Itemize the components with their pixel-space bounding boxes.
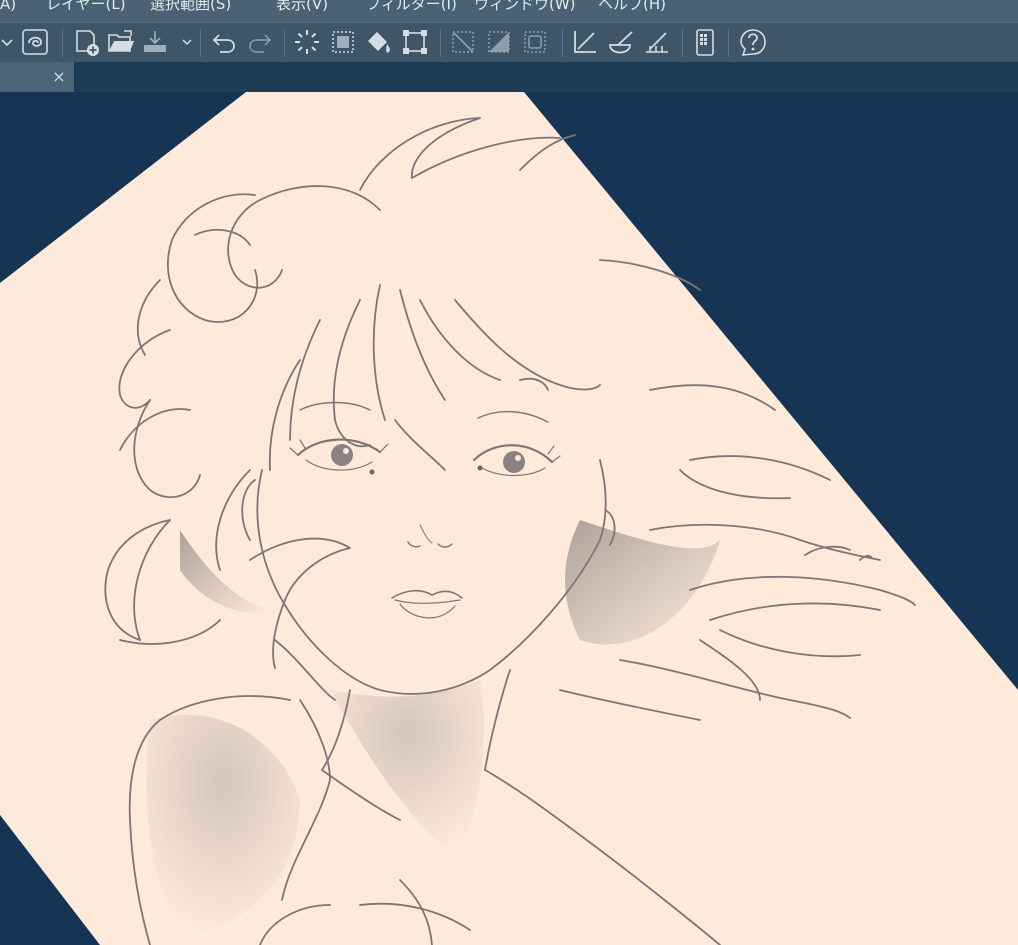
menu-item-a[interactable]: A) [0,0,16,15]
export-icon[interactable] [140,27,170,57]
menu-item-selection[interactable]: 選択範囲(S) [150,0,231,15]
toolbar-separator [682,29,683,57]
menu-item-layer[interactable]: レイヤー(L) [46,0,126,15]
canvas-area[interactable] [0,92,1018,945]
help-icon[interactable] [738,27,768,57]
clear-icon[interactable] [292,27,322,57]
menu-bar: A) レイヤー(L) 選択範囲(S) 表示(V) フィルター(I) ウィンドウ(… [0,0,1018,22]
document-tab[interactable]: × [0,62,74,92]
document-tab-strip: × [0,62,1018,92]
toolbar-separator [440,29,441,57]
export-dropdown-chevron-icon[interactable] [172,27,192,57]
canvas-paper[interactable] [0,92,1018,945]
toolbar-separator [728,29,729,57]
toolbar-separator [62,29,63,57]
menu-item-view[interactable]: 表示(V) [276,0,328,15]
grid-snap-icon[interactable] [642,27,672,57]
toolbar-separator [284,29,285,57]
transform-icon[interactable] [400,27,430,57]
invert-selection-icon[interactable] [484,27,514,57]
fill-icon[interactable] [364,27,394,57]
menu-item-help[interactable]: ヘルプ(H) [598,0,666,15]
undo-icon[interactable] [210,27,240,57]
smartphone-icon[interactable] [690,27,720,57]
chevron-down-icon[interactable] [0,27,13,57]
tab-close-button[interactable]: × [48,66,70,88]
special-ruler-snap-icon[interactable] [606,27,636,57]
redo-icon[interactable] [244,27,274,57]
companion-mode-icon[interactable] [20,27,50,57]
menu-item-filter[interactable]: フィルター(I) [366,0,457,15]
toolbar-separator [562,29,563,57]
menu-item-window[interactable]: ウィンドウ(W) [474,0,576,15]
show-selection-area-icon[interactable] [520,27,550,57]
open-folder-icon[interactable] [106,27,136,57]
toolbar-separator [200,29,201,57]
command-bar [0,22,1018,63]
clear-outside-selection-icon[interactable] [328,27,358,57]
new-file-icon[interactable] [72,27,102,57]
deselect-icon[interactable] [448,27,478,57]
ruler-snap-icon[interactable] [570,27,600,57]
